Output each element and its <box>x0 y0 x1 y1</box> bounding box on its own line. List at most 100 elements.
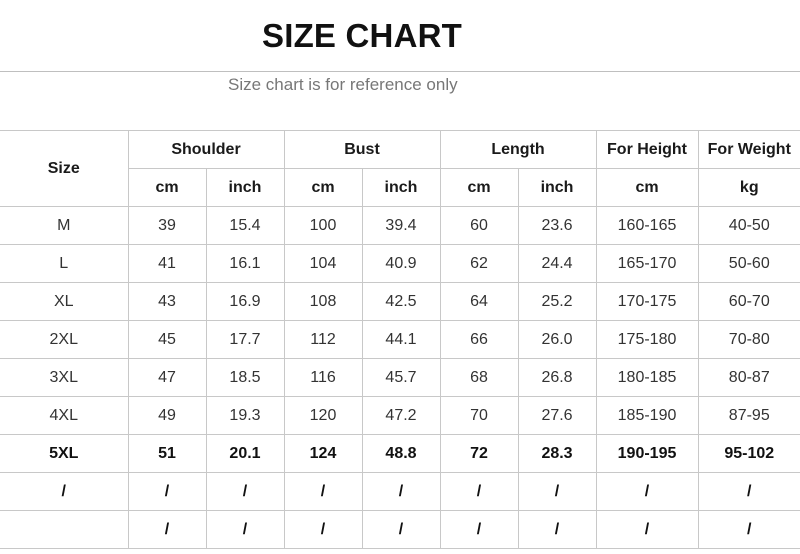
table-cell: 23.6 <box>517 206 597 245</box>
size-cell: 2XL <box>0 320 129 359</box>
table-cell: 15.4 <box>205 206 285 245</box>
table-cell: 87-95 <box>697 396 800 435</box>
table-cell: 48.8 <box>361 434 441 473</box>
table-row: M 39 15.4 100 39.4 60 23.6 160-165 40-50 <box>0 206 800 245</box>
table-cell: 64 <box>439 282 519 321</box>
table-cell: 20.1 <box>205 434 285 473</box>
table-cell: / <box>517 510 597 549</box>
table-cell: / <box>283 472 363 511</box>
table-cell: 16.1 <box>205 244 285 283</box>
table-cell: 40-50 <box>697 206 800 245</box>
size-cell: M <box>0 206 129 245</box>
unit-cell: cm <box>595 168 699 207</box>
table-cell: 62 <box>439 244 519 283</box>
table-cell: 95-102 <box>697 434 800 473</box>
table-cell: 47 <box>127 358 207 397</box>
table-cell: / <box>439 472 519 511</box>
table-cell: 100 <box>283 206 363 245</box>
table-cell: 190-195 <box>595 434 699 473</box>
table-row: XL 43 16.9 108 42.5 64 25.2 170-175 60-7… <box>0 282 800 321</box>
table-cell: 50-60 <box>697 244 800 283</box>
size-cell <box>0 510 129 549</box>
header-bust: Bust <box>283 130 441 169</box>
table-cell: / <box>127 472 207 511</box>
table-cell: 165-170 <box>595 244 699 283</box>
unit-cell: cm <box>127 168 207 207</box>
table-row: 2XL 45 17.7 112 44.1 66 26.0 175-180 70-… <box>0 320 800 359</box>
table-cell: 24.4 <box>517 244 597 283</box>
table-cell: 16.9 <box>205 282 285 321</box>
size-cell: 5XL <box>0 434 129 473</box>
table-cell: 47.2 <box>361 396 441 435</box>
header-length: Length <box>439 130 597 169</box>
table-cell: 40.9 <box>361 244 441 283</box>
table-cell: 124 <box>283 434 363 473</box>
table-cell: / <box>595 510 699 549</box>
header-size: Size <box>0 130 129 207</box>
page-subtitle: Size chart is for reference only <box>228 75 458 94</box>
table-cell: 170-175 <box>595 282 699 321</box>
table-cell: 60-70 <box>697 282 800 321</box>
title-divider <box>0 71 800 72</box>
table-cell: 27.6 <box>517 396 597 435</box>
unit-cell: cm <box>439 168 519 207</box>
size-cell: XL <box>0 282 129 321</box>
unit-cell: cm <box>283 168 363 207</box>
unit-cell: inch <box>361 168 441 207</box>
table-cell: 60 <box>439 206 519 245</box>
unit-cell: kg <box>697 168 800 207</box>
table-cell: 70 <box>439 396 519 435</box>
unit-cell: inch <box>205 168 285 207</box>
size-chart-table: Size Shoulder Bust Length For Height For… <box>0 130 800 549</box>
table-row: 5XL 51 20.1 124 48.8 72 28.3 190-195 95-… <box>0 434 800 473</box>
table-cell: / <box>283 510 363 549</box>
table-cell: 51 <box>127 434 207 473</box>
size-cell: L <box>0 244 129 283</box>
table-cell: / <box>697 510 800 549</box>
table-cell: 41 <box>127 244 207 283</box>
table-row: / / / / / / / / <box>0 510 800 549</box>
table-cell: 43 <box>127 282 207 321</box>
size-cell: 3XL <box>0 358 129 397</box>
table-cell: 66 <box>439 320 519 359</box>
table-cell: 80-87 <box>697 358 800 397</box>
table-cell: 175-180 <box>595 320 699 359</box>
table-cell: 185-190 <box>595 396 699 435</box>
table-row: 4XL 49 19.3 120 47.2 70 27.6 185-190 87-… <box>0 396 800 435</box>
table-cell: / <box>361 472 441 511</box>
table-cell: / <box>439 510 519 549</box>
table-cell: 49 <box>127 396 207 435</box>
table-cell: 25.2 <box>517 282 597 321</box>
page-title: SIZE CHART <box>262 17 462 54</box>
table-cell: / <box>595 472 699 511</box>
table-cell: 42.5 <box>361 282 441 321</box>
table-cell: / <box>205 472 285 511</box>
table-cell: 17.7 <box>205 320 285 359</box>
table-cell: 70-80 <box>697 320 800 359</box>
table-cell: 19.3 <box>205 396 285 435</box>
size-cell: 4XL <box>0 396 129 435</box>
table-cell: / <box>127 510 207 549</box>
table-row: / / / / / / / / / <box>0 472 800 511</box>
table-row: 3XL 47 18.5 116 45.7 68 26.8 180-185 80-… <box>0 358 800 397</box>
table-cell: 26.8 <box>517 358 597 397</box>
header-shoulder: Shoulder <box>127 130 285 169</box>
table-cell: 120 <box>283 396 363 435</box>
table-cell: 28.3 <box>517 434 597 473</box>
header-for-height: For Height <box>595 130 699 169</box>
table-cell: 39.4 <box>361 206 441 245</box>
table-cell: 26.0 <box>517 320 597 359</box>
table-cell: 44.1 <box>361 320 441 359</box>
table-cell: / <box>517 472 597 511</box>
header-row-groups: Size Shoulder Bust Length For Height For… <box>0 130 800 207</box>
table-cell: 45.7 <box>361 358 441 397</box>
table-cell: 160-165 <box>595 206 699 245</box>
table-cell: 104 <box>283 244 363 283</box>
unit-cell: inch <box>517 168 597 207</box>
size-cell: / <box>0 472 129 511</box>
table-cell: / <box>361 510 441 549</box>
header-for-weight: For Weight <box>697 130 800 169</box>
table-cell: 72 <box>439 434 519 473</box>
table-cell: / <box>205 510 285 549</box>
table-cell: 45 <box>127 320 207 359</box>
